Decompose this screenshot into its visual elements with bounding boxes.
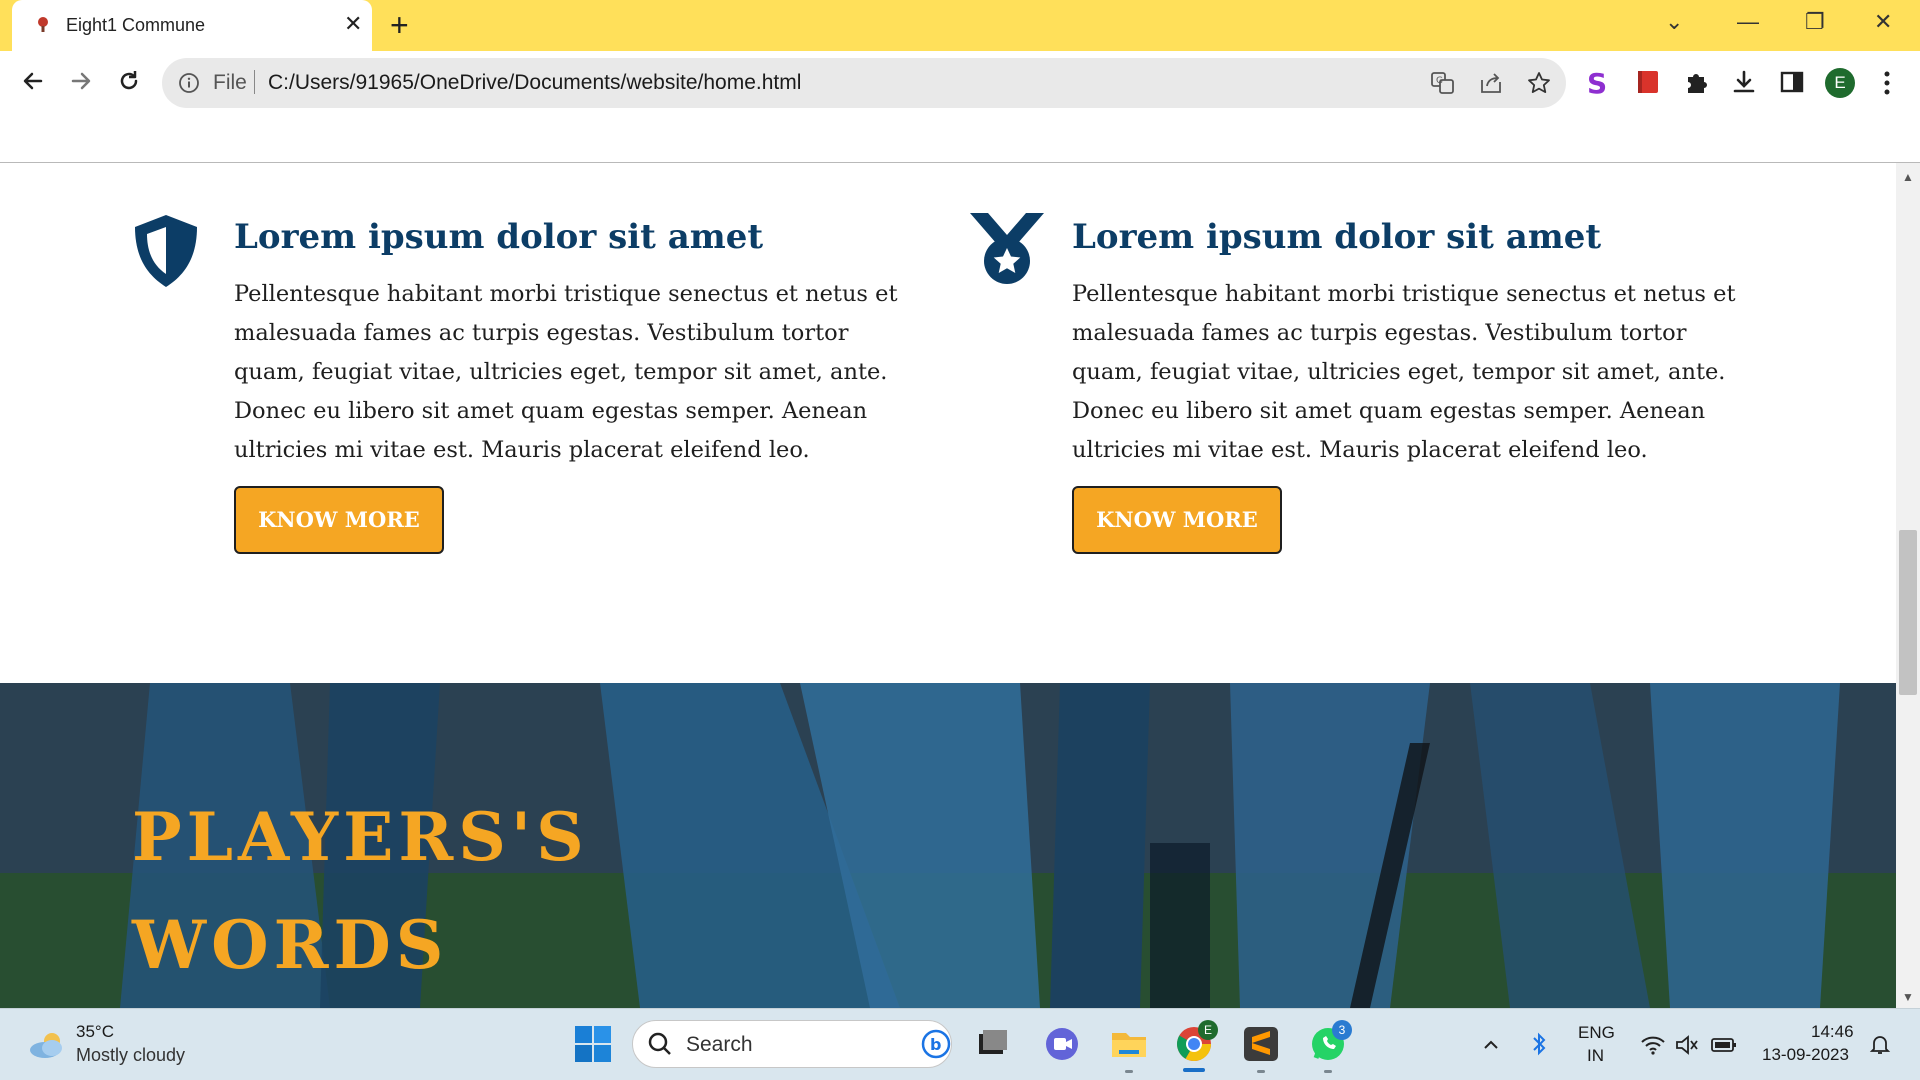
- taskbar-search[interactable]: [632, 1020, 952, 1068]
- section-title-line-2: WORDS: [132, 906, 449, 984]
- bing-icon[interactable]: b: [920, 1028, 952, 1060]
- download-icon[interactable]: [1730, 68, 1758, 96]
- more-menu-icon[interactable]: [1883, 70, 1891, 96]
- notification-bell-icon[interactable]: [1868, 1032, 1892, 1056]
- search-icon: [648, 1032, 671, 1055]
- scrollbar-thumb[interactable]: [1899, 530, 1917, 695]
- battery-icon[interactable]: [1710, 1034, 1738, 1056]
- windows-taskbar: [0, 1008, 1920, 1080]
- section-title-line-1: PLAYERS'S: [132, 798, 589, 876]
- browser-tab[interactable]: Eight1 Commune ✕: [12, 0, 372, 51]
- share-icon[interactable]: [1478, 70, 1504, 96]
- chrome-profile-badge: E: [1198, 1020, 1218, 1040]
- feature-title: Lorem ipsum dolor sit amet: [1072, 217, 1602, 257]
- whatsapp-unread-badge: 3: [1332, 1020, 1352, 1040]
- speaker-muted-icon[interactable]: [1674, 1034, 1700, 1056]
- running-indicator: [1257, 1070, 1265, 1073]
- start-windows-icon[interactable]: [573, 1024, 613, 1064]
- language-indicator[interactable]: ENG: [1578, 1023, 1615, 1043]
- search-label: Search: [686, 1033, 753, 1056]
- extension-s-icon[interactable]: S: [1584, 68, 1614, 98]
- wifi-icon[interactable]: [1640, 1034, 1666, 1056]
- svg-text:S: S: [1587, 68, 1607, 98]
- url-scheme-label: File: [213, 71, 247, 94]
- bookmark-star-icon[interactable]: [1526, 70, 1552, 96]
- tab-title: Eight1 Commune: [66, 15, 206, 35]
- new-tab-button[interactable]: +: [390, 9, 409, 41]
- file-explorer-icon[interactable]: [1109, 1024, 1149, 1064]
- feature-title: Lorem ipsum dolor sit amet: [234, 217, 764, 257]
- sublime-text-icon[interactable]: [1241, 1024, 1281, 1064]
- scroll-up-arrow-icon[interactable]: ▲: [1902, 170, 1914, 184]
- tab-close-icon[interactable]: ✕: [344, 12, 362, 36]
- medal-icon: [970, 213, 1044, 284]
- cloudy-weather-icon[interactable]: [28, 1030, 66, 1060]
- task-view-icon[interactable]: [973, 1024, 1013, 1064]
- svg-text:G: G: [1436, 76, 1443, 86]
- bluetooth-icon[interactable]: [1529, 1031, 1549, 1057]
- tray-overflow-chevron-icon[interactable]: [1481, 1035, 1501, 1055]
- url-text[interactable]: C:/Users/91965/OneDrive/Documents/websit…: [268, 71, 801, 95]
- extension-book-icon[interactable]: [1634, 68, 1662, 96]
- profile-avatar[interactable]: E: [1825, 68, 1855, 98]
- know-more-button[interactable]: KNOW MORE: [1072, 486, 1282, 554]
- info-icon[interactable]: [178, 72, 200, 94]
- running-indicator: [1324, 1070, 1332, 1073]
- close-window-button[interactable]: ✕: [1874, 10, 1892, 34]
- reload-icon[interactable]: [115, 67, 143, 95]
- extensions-puzzle-icon[interactable]: [1682, 68, 1710, 96]
- clock-time[interactable]: 14:46: [1811, 1022, 1854, 1042]
- tab-search-icon[interactable]: ⌄: [1665, 10, 1683, 34]
- restore-button[interactable]: ❐: [1805, 10, 1825, 34]
- teams-chat-icon[interactable]: [1042, 1024, 1082, 1064]
- weather-temperature[interactable]: 35°C: [76, 1022, 114, 1042]
- active-app-indicator: [1183, 1068, 1205, 1072]
- shield-icon: [135, 215, 197, 287]
- translate-icon[interactable]: G: [1430, 70, 1456, 96]
- feature-text: Pellentesque habitant morbi tristique se…: [234, 281, 898, 463]
- weather-description[interactable]: Mostly cloudy: [76, 1045, 185, 1066]
- forward-arrow-icon[interactable]: [67, 67, 95, 95]
- web-page: Lorem ipsum dolor sit amet Pellentesque …: [0, 163, 1896, 1008]
- clock-date[interactable]: 13-09-2023: [1762, 1045, 1849, 1065]
- feature-text: Pellentesque habitant morbi tristique se…: [1072, 281, 1736, 463]
- scroll-down-arrow-icon[interactable]: ▼: [1902, 990, 1914, 1004]
- section-title: PLAYERS'S WORDS: [132, 783, 589, 999]
- url-divider: [254, 70, 255, 94]
- back-arrow-icon[interactable]: [19, 67, 47, 95]
- site-favicon-icon: [38, 17, 48, 32]
- players-words-banner: PLAYERS'S WORDS: [0, 683, 1896, 1008]
- running-indicator: [1125, 1070, 1133, 1073]
- input-locale-indicator[interactable]: IN: [1587, 1046, 1604, 1066]
- know-more-button[interactable]: KNOW MORE: [234, 486, 444, 554]
- svg-text:b: b: [930, 1035, 941, 1054]
- minimize-button[interactable]: —: [1737, 10, 1759, 34]
- side-panel-icon[interactable]: [1778, 68, 1806, 96]
